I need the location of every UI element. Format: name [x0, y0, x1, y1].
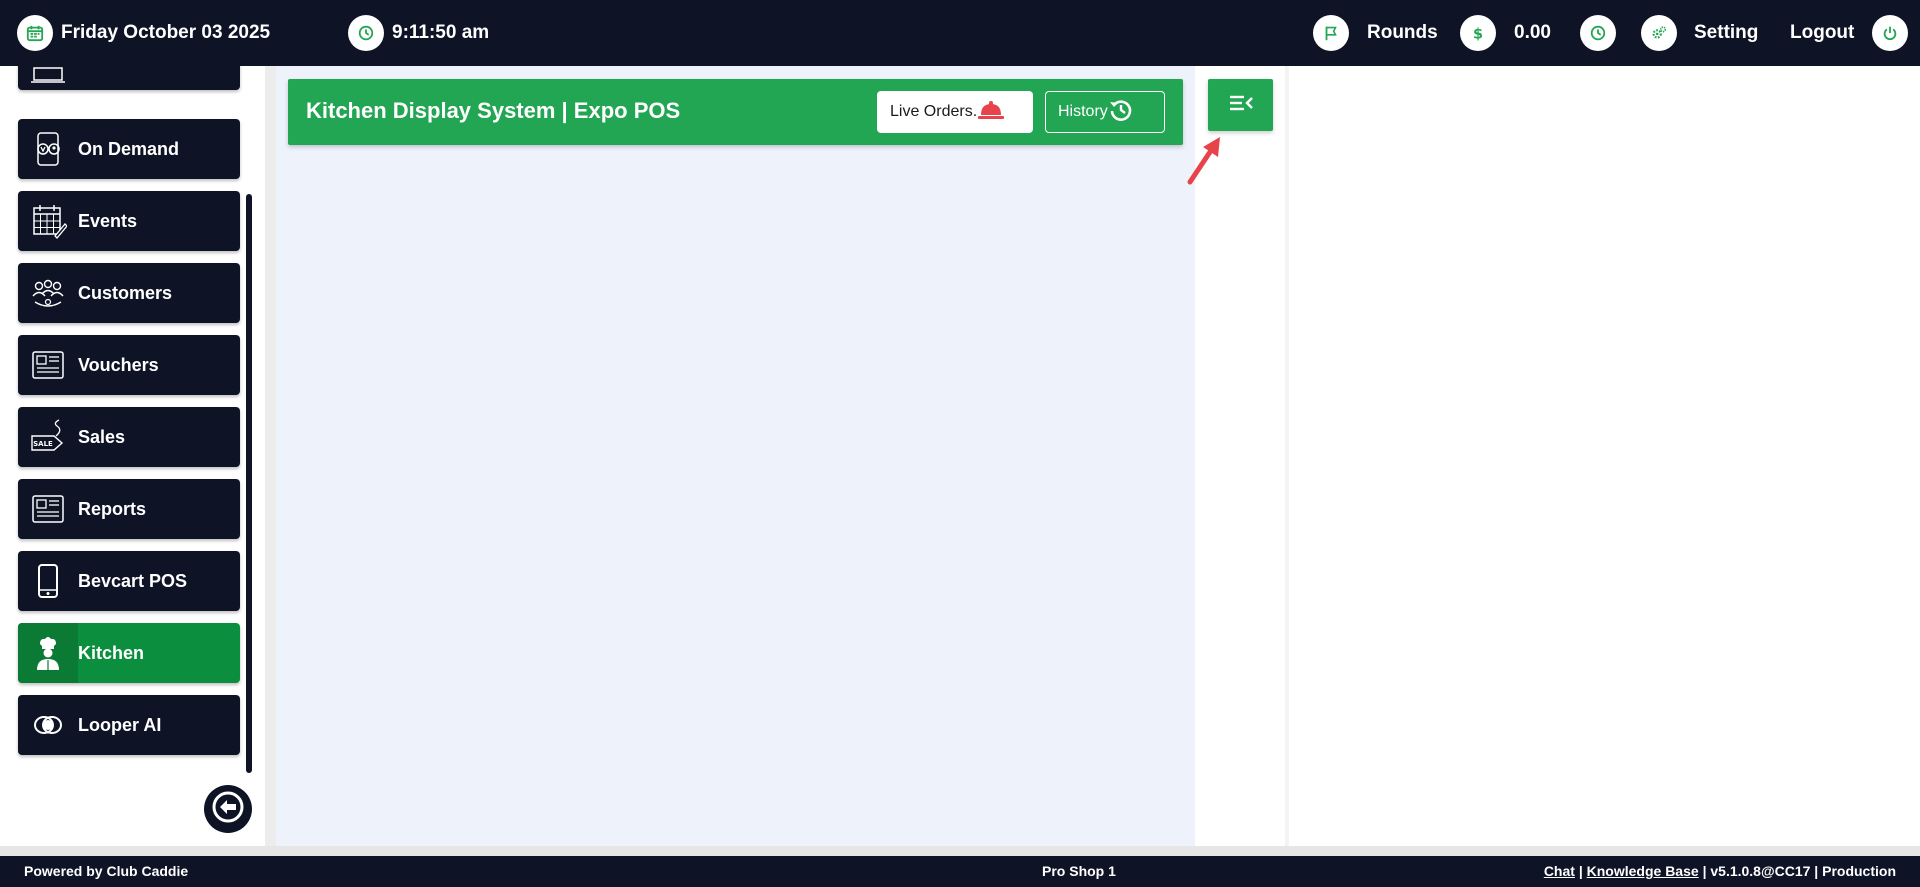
sidebar-item-reports[interactable]: Reports [18, 479, 240, 539]
top-bar: Friday October 03 2025 9:11:50 am Rounds… [0, 0, 1920, 66]
sidebar-item-label: Reports [78, 498, 147, 519]
chef-icon [18, 623, 78, 683]
sidebar-item-label: Bevcart POS [78, 570, 188, 591]
footer-links: Chat | Knowledge Base | v5.1.0.8@CC17 | … [1544, 863, 1896, 879]
report-icon [18, 479, 78, 539]
kds-header: Kitchen Display System | Expo POS Live O… [288, 79, 1183, 145]
knowledge-base-link[interactable]: Knowledge Base [1587, 863, 1699, 879]
date-text: Friday October 03 2025 [61, 22, 271, 43]
main-content [276, 66, 1195, 846]
sidebar-item-label: Vouchers [78, 354, 159, 375]
rounds-button[interactable]: Rounds [1313, 14, 1438, 52]
clock-icon [1580, 15, 1616, 51]
live-orders-label: Live Orders. [890, 103, 978, 120]
sidebar-scrollbar-thumb[interactable] [246, 194, 252, 773]
arrow-left-circle-icon [211, 790, 245, 829]
history-button[interactable]: History [1045, 91, 1165, 133]
sidebar-item-bevcart-pos[interactable]: Bevcart POS [18, 551, 240, 611]
sale-tag-icon: SALE [18, 407, 78, 467]
time-display: 9:11:50 am [348, 14, 489, 52]
clock-button[interactable] [1580, 14, 1624, 52]
rounds-label: Rounds [1367, 22, 1438, 43]
calendar-edit-icon [18, 191, 78, 251]
balance-text: 0.00 [1514, 22, 1551, 43]
date-display: Friday October 03 2025 [17, 14, 270, 52]
looper-icon [18, 695, 78, 755]
calendar-icon [17, 15, 53, 51]
sidebar-item-events[interactable]: Events [18, 191, 240, 251]
mobile-icon [18, 551, 78, 611]
history-icon [1108, 97, 1134, 128]
menu-collapse-icon [1228, 93, 1254, 118]
location-text: Pro Shop 1 [1042, 863, 1116, 879]
sidebar-item-customers[interactable]: Customers [18, 263, 240, 323]
sidebar-item-sales[interactable]: SALE Sales [18, 407, 240, 467]
logout-label: Logout [1790, 22, 1855, 43]
logout-button[interactable]: Logout [1790, 14, 1916, 52]
laptop-icon [18, 62, 78, 90]
sidebar-item-label: On Demand [78, 138, 180, 159]
annotation-arrow-icon [1185, 135, 1225, 192]
sidebar-item-vouchers[interactable]: Vouchers [18, 335, 240, 395]
live-orders-button[interactable]: Live Orders. [877, 91, 1033, 133]
power-icon [1872, 15, 1909, 51]
svg-text:$: $ [1473, 26, 1483, 42]
time-text: 9:11:50 am [392, 22, 490, 43]
sidebar-item-label: Looper AI [78, 714, 162, 735]
flag-icon [1313, 15, 1349, 51]
phone-people-icon [18, 119, 78, 179]
panel-toggle-button[interactable] [1208, 79, 1273, 131]
version-text: | v5.1.0.8@CC17 | Production [1702, 863, 1896, 879]
page-title: Kitchen Display System | Expo POS [306, 98, 681, 123]
sidebar-item-kitchen[interactable]: Kitchen [18, 623, 240, 683]
service-bell-icon [977, 99, 1005, 126]
clock-icon [348, 15, 384, 51]
dollar-icon: $ [1460, 15, 1496, 51]
svg-text:SALE: SALE [33, 440, 53, 448]
history-label: History [1058, 103, 1108, 120]
setting-button[interactable]: Setting [1641, 14, 1758, 52]
sidebar-item-label: Customers [78, 282, 173, 303]
sidebar-item-on-demand[interactable]: On Demand [18, 119, 240, 179]
footer-divider [0, 846, 1920, 856]
sidebar-collapse-button[interactable] [204, 785, 252, 833]
balance-display[interactable]: $ 0.00 [1460, 14, 1551, 52]
chat-link[interactable]: Chat [1544, 863, 1575, 879]
sidebar-item-partial[interactable] [18, 62, 240, 90]
sidebar-item-label: Kitchen [78, 642, 145, 663]
footer-separator: | [1578, 863, 1583, 879]
right-panel-divider [1285, 66, 1289, 846]
sidebar-divider [265, 66, 276, 856]
sidebar-item-looper-ai[interactable]: Looper AI [18, 695, 240, 755]
newspaper-icon [18, 335, 78, 395]
powered-by-text: Powered by Club Caddie [24, 863, 189, 879]
customers-icon [18, 263, 78, 323]
setting-label: Setting [1694, 22, 1759, 43]
sidebar-item-label: Events [78, 210, 138, 231]
gears-icon [1641, 15, 1677, 51]
footer: Powered by Club Caddie Pro Shop 1 Chat |… [0, 856, 1920, 887]
sidebar-item-label: Sales [78, 426, 126, 447]
